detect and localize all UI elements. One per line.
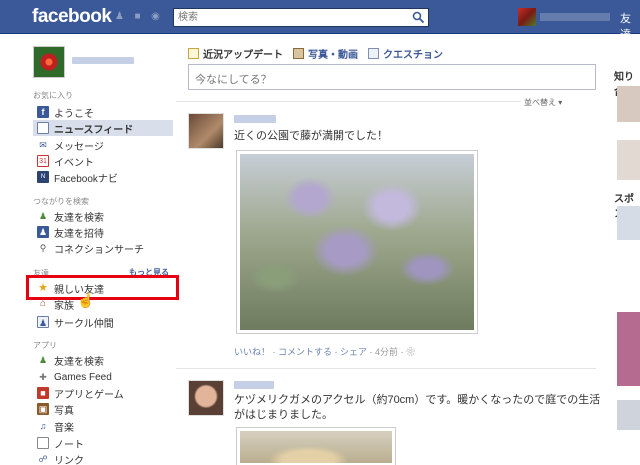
post-divider: [176, 368, 596, 369]
notifications-icon[interactable]: ◉: [150, 11, 161, 22]
question-icon: [368, 48, 379, 59]
notes-icon: [37, 437, 49, 449]
like-link[interactable]: いいね！: [234, 347, 270, 357]
sort-link[interactable]: 並べ替え ▾: [524, 97, 562, 108]
top-link-friends[interactable]: 友達: [620, 10, 640, 42]
favorites-title: お気に入り: [33, 91, 73, 100]
search-icon[interactable]: [412, 11, 425, 24]
profile-picture[interactable]: [33, 46, 65, 78]
navi-icon: N: [37, 171, 49, 183]
comment-link[interactable]: コメントする: [278, 347, 332, 357]
sidebar-item-welcome[interactable]: f ようこそ: [33, 104, 173, 120]
music-icon: ♫: [39, 421, 47, 431]
apps-title: アプリ: [33, 341, 57, 350]
facebook-f-icon: f: [37, 106, 49, 118]
messages-icon[interactable]: ■: [132, 11, 143, 22]
group-icon: ♟: [37, 316, 49, 328]
tab-question[interactable]: クエスチョン: [368, 46, 443, 61]
search-box[interactable]: [173, 8, 429, 27]
news-feed-icon: [37, 122, 49, 134]
sidebar-item-apps-find-friends[interactable]: ♟ 友達を検索: [33, 352, 173, 368]
sidebar-item-find-friends[interactable]: ♟ 友達を検索: [33, 208, 173, 224]
highlight-box: [26, 275, 179, 300]
wisteria-photo: [240, 154, 474, 330]
friend-requests-icon[interactable]: ♟: [114, 11, 125, 22]
post-author-name-blurred[interactable]: [234, 115, 276, 123]
post-photo[interactable]: [236, 150, 478, 334]
puzzle-icon: ✚: [39, 372, 47, 382]
top-bar: facebook ♟ ■ ◉ 友達: [0, 0, 640, 41]
hand-cursor-icon: ☝: [77, 292, 95, 308]
search-input[interactable]: [174, 9, 404, 26]
photo-icon: [293, 48, 304, 59]
friends-icon: ♟: [38, 211, 48, 221]
post-author-name-blurred[interactable]: [234, 381, 274, 389]
user-avatar[interactable]: [518, 8, 536, 26]
invite-icon: ♟: [37, 226, 49, 238]
post-timestamp[interactable]: 4分前: [375, 347, 398, 357]
post-text: 近くの公園で藤が満開でした！: [234, 130, 388, 142]
messages-icon: ✉: [39, 140, 47, 150]
post-actions: いいね！ · コメントする · シェア · 4分前 · ❀: [234, 347, 416, 357]
tortoise-photo: [240, 431, 392, 463]
search-icon: ⚲: [39, 243, 47, 253]
suggested-person-blurred[interactable]: [617, 140, 640, 180]
status-input[interactable]: 今なにしてる？: [188, 64, 596, 90]
link-icon: ☍: [38, 454, 48, 464]
connect-title: つながりを検索: [33, 197, 89, 206]
post-text: ケヅメリクガメのアクセル（約70cm）です。暖かくなったので庭での生活がはじまり…: [234, 394, 601, 421]
sidebar-item-apps-games[interactable]: ■ アプリとゲーム: [33, 385, 173, 401]
sidebar-item-messages[interactable]: ✉ メッセージ: [33, 137, 173, 153]
sidebar-item-notes[interactable]: ノート: [33, 435, 173, 451]
friends-icon: ♟: [38, 355, 48, 365]
sponsored-item-blurred[interactable]: [617, 206, 640, 240]
user-name-blurred[interactable]: [540, 13, 610, 21]
status-icon: [188, 48, 199, 59]
sponsored-image-blurred[interactable]: [617, 312, 640, 386]
tab-photo-video[interactable]: 写真・動画: [293, 46, 358, 61]
suggested-person-blurred[interactable]: [617, 86, 640, 122]
calendar-icon: 31: [37, 155, 49, 167]
photos-icon: ▣: [37, 403, 49, 415]
apps-icon: ■: [37, 387, 49, 399]
sidebar-item-navi[interactable]: N Facebookナビ: [33, 169, 173, 185]
sidebar-item-games-feed[interactable]: ✚ Games Feed: [33, 369, 173, 385]
profile-name-blurred[interactable]: [72, 57, 134, 64]
sidebar-item-links[interactable]: ☍ リンク: [33, 451, 173, 465]
post-author-avatar[interactable]: [188, 113, 224, 149]
post-photo[interactable]: [236, 427, 396, 465]
left-sidebar: お気に入り f ようこそ ニュースフィード ✉ メッセージ 31 イベント N …: [0, 35, 176, 465]
post-author-avatar[interactable]: [188, 380, 224, 416]
tab-status-update[interactable]: 近況アップデート: [188, 46, 283, 61]
sidebar-item-music[interactable]: ♫ 音楽: [33, 418, 173, 434]
facebook-logo[interactable]: facebook: [32, 6, 112, 28]
composer-tabs: 近況アップデート 写真・動画 クエスチョン: [188, 46, 453, 61]
sidebar-item-connection-search[interactable]: ⚲ コネクションサーチ: [33, 240, 173, 256]
sponsored-item-blurred[interactable]: [617, 400, 640, 430]
feed-divider: [176, 101, 521, 102]
sidebar-item-circle[interactable]: ♟ サークル仲間: [33, 314, 173, 330]
sidebar-item-invite-friends[interactable]: ♟ 友達を招待: [33, 224, 173, 240]
sidebar-item-photos[interactable]: ▣ 写真: [33, 401, 173, 417]
globe-icon: ❀: [406, 347, 416, 357]
sidebar-item-news-feed[interactable]: ニュースフィード: [33, 120, 173, 136]
share-link[interactable]: シェア: [340, 347, 367, 357]
sidebar-item-events[interactable]: 31 イベント: [33, 153, 173, 169]
